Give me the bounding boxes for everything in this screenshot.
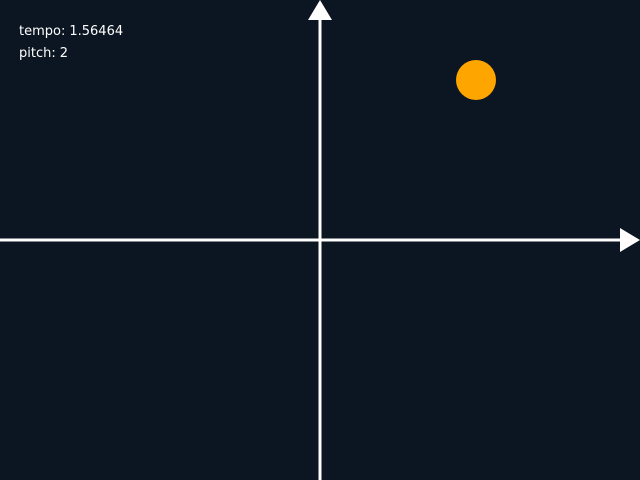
plot-canvas: tempo: 1.56464 pitch: 2: [0, 0, 640, 480]
axes: [0, 0, 640, 480]
x-axis-arrow-icon: [620, 228, 640, 252]
y-axis-arrow-icon: [308, 0, 332, 20]
